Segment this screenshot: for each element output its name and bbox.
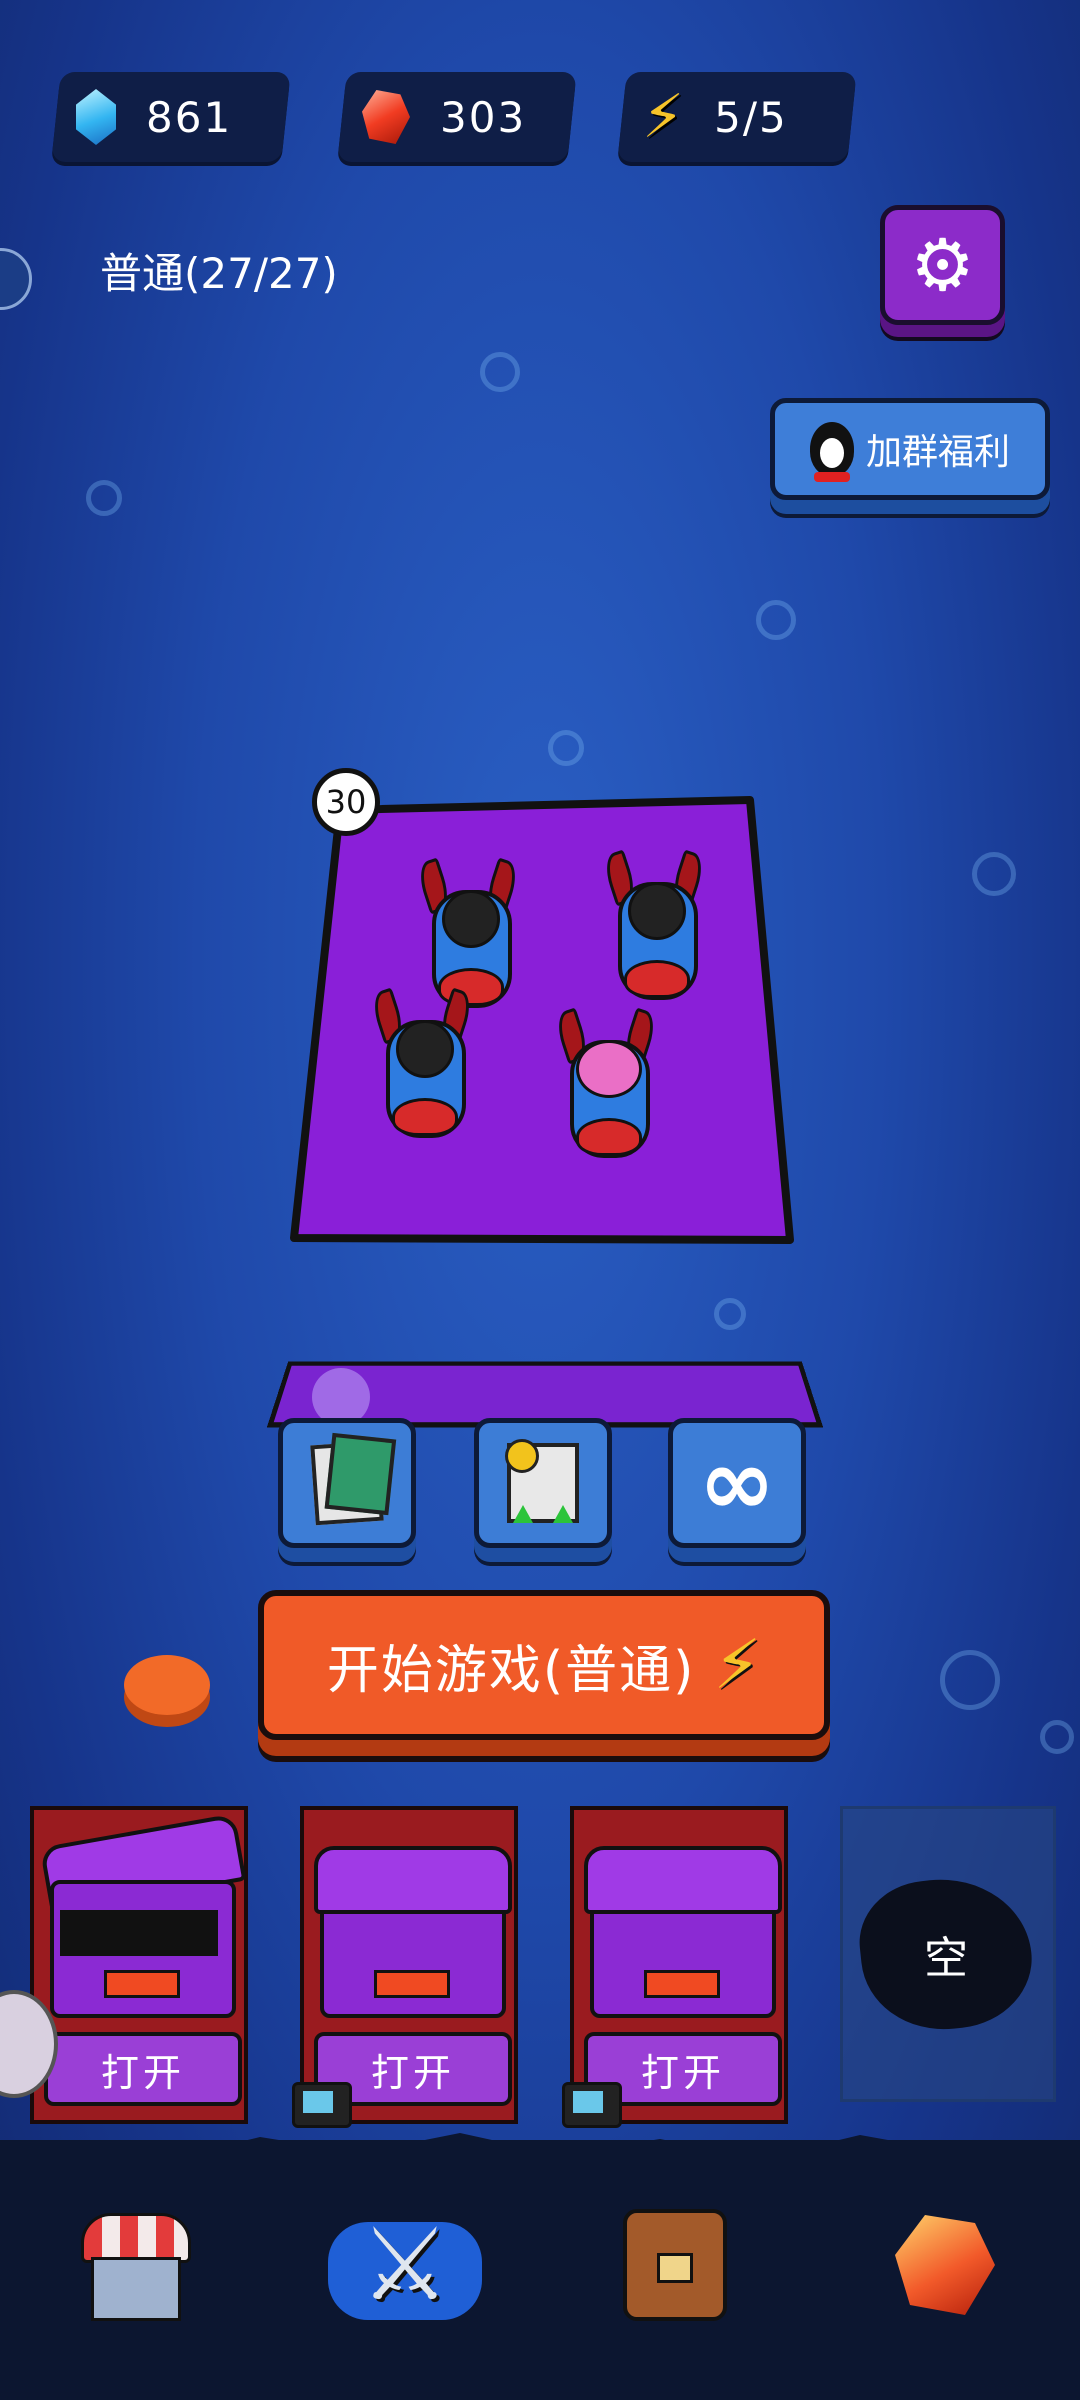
ruby-count: 303 — [440, 92, 527, 142]
empty-slot-blob: 空 — [853, 1870, 1039, 2038]
chest-slot-3[interactable]: 打开 — [562, 1806, 788, 2128]
infinity-icon: ∞ — [698, 1429, 776, 1536]
nav-shop[interactable] — [68, 2200, 198, 2330]
creature-unit-pink[interactable] — [552, 1007, 660, 1160]
nav-battle[interactable]: ⚔ — [340, 2200, 470, 2330]
background-bubble — [756, 600, 796, 640]
ruby-counter[interactable]: 303 — [337, 72, 577, 162]
background-bubble — [940, 1650, 1000, 1710]
side-indicator — [0, 248, 32, 310]
chest-slot-2[interactable]: 打开 — [292, 1806, 518, 2128]
start-game-label: 开始游戏(普通) — [326, 1640, 696, 1701]
chest-lid — [584, 1846, 782, 1914]
lightning-icon: ⚡ — [642, 82, 685, 152]
creature-unit[interactable] — [368, 987, 476, 1140]
group-bonus-button[interactable]: 加群福利 — [770, 398, 1050, 500]
backpack-icon — [623, 2209, 727, 2321]
penguin-icon — [809, 422, 854, 482]
settings-button[interactable]: ⚙ — [880, 205, 1005, 325]
energy-counter[interactable]: ⚡ 5/5 — [617, 72, 857, 162]
chest-slot-1[interactable]: 打开 — [30, 1806, 248, 2124]
background-bubble — [714, 1298, 746, 1330]
difficulty-mode-label: 普通(27/27) — [100, 249, 338, 298]
tv-ad-icon — [292, 2082, 352, 2128]
chest-open-button[interactable]: 打开 — [44, 2032, 242, 2106]
battle-swords-icon: ⚔ — [360, 2206, 450, 2323]
upgrade-icon — [505, 1439, 579, 1523]
nav-backpack[interactable] — [610, 2200, 740, 2330]
orange-disc-button[interactable] — [124, 1655, 210, 1715]
gear-icon: ⚙ — [910, 223, 975, 307]
chest-lock-plate — [644, 1970, 720, 1998]
chest-open-interior — [60, 1910, 218, 1956]
chest-lock-plate — [374, 1970, 450, 1998]
group-bonus-label: 加群福利 — [865, 432, 1010, 473]
upgrade-ability-button[interactable] — [474, 1418, 612, 1548]
energy-count: 5/5 — [714, 92, 788, 142]
cards-ability-button[interactable] — [278, 1418, 416, 1548]
lightning-icon: ⚡ — [713, 1625, 762, 1705]
background-bubble — [86, 480, 122, 516]
infinite-ability-button[interactable]: ∞ — [668, 1418, 806, 1548]
board-level-badge: 30 — [312, 768, 380, 836]
creature-unit[interactable] — [600, 849, 708, 1002]
chest-lock-plate — [104, 1970, 180, 1998]
ruby-icon — [362, 90, 410, 144]
shop-icon — [81, 2213, 191, 2321]
chest-lid — [314, 1846, 512, 1914]
background-bubble — [1040, 1720, 1074, 1754]
background-bubble — [972, 852, 1016, 896]
cards-icon — [310, 1440, 384, 1526]
tv-ad-icon — [562, 2082, 622, 2128]
gem-shop-icon — [895, 2215, 995, 2315]
background-bubble — [480, 352, 520, 392]
empty-slot-label: 空 — [924, 1933, 968, 1984]
gem-counter[interactable]: 861 — [51, 72, 291, 162]
nav-gem-shop[interactable] — [880, 2200, 1010, 2330]
creature-unit[interactable] — [414, 857, 522, 1010]
start-game-button[interactable]: 开始游戏(普通) ⚡ — [258, 1590, 830, 1740]
chest-slot-empty[interactable]: 空 — [840, 1806, 1056, 2102]
gem-icon — [76, 89, 116, 145]
gem-count: 861 — [146, 92, 233, 142]
